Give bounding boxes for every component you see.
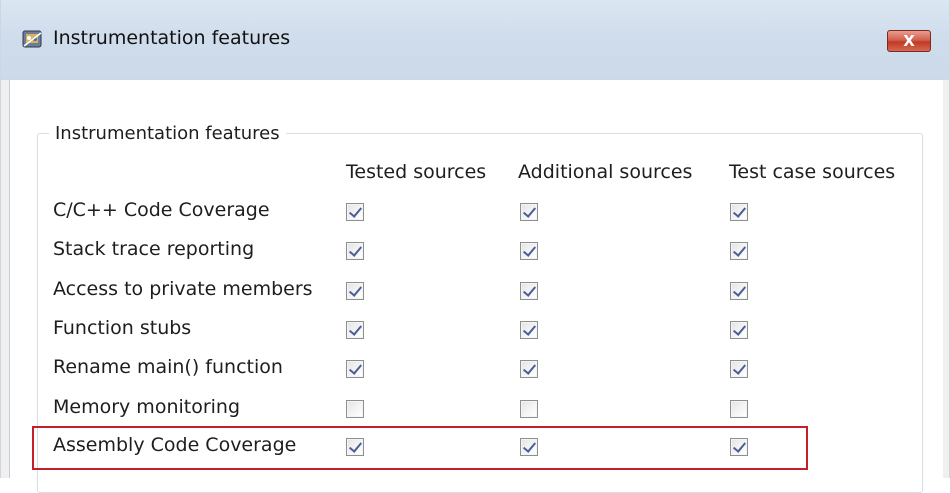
checkbox-function-stubs-tested[interactable]	[346, 321, 364, 339]
checkbox-access-to-private-members-additional[interactable]	[520, 282, 538, 300]
checkbox-rename-main-function-tested[interactable]	[346, 360, 364, 378]
column-header-test-case-sources: Test case sources	[729, 161, 896, 183]
column-header-additional-sources: Additional sources	[518, 161, 693, 183]
checkbox-rename-main-function-additional[interactable]	[520, 360, 538, 378]
dialog-window: Instrumentation features X Instrumentati…	[0, 0, 950, 493]
column-header-tested-sources: Tested sources	[346, 161, 487, 183]
app-icon	[21, 28, 45, 50]
feature-label-stack-trace-reporting: Stack trace reporting	[53, 238, 255, 260]
checkbox-memory-monitoring-tested[interactable]	[346, 400, 364, 418]
close-icon: X	[903, 32, 915, 50]
checkbox-access-to-private-members-tested[interactable]	[346, 282, 364, 300]
checkbox-function-stubs-additional[interactable]	[520, 321, 538, 339]
checkbox-stack-trace-reporting-tested[interactable]	[346, 242, 364, 260]
checkbox-stack-trace-reporting-test-case[interactable]	[730, 242, 748, 260]
checkbox-rename-main-function-test-case[interactable]	[730, 360, 748, 378]
feature-label-c-c-code-coverage: C/C++ Code Coverage	[53, 199, 270, 221]
checkbox-memory-monitoring-test-case[interactable]	[730, 400, 748, 418]
checkbox-stack-trace-reporting-additional[interactable]	[520, 242, 538, 260]
feature-label-rename-main-function: Rename main() function	[53, 356, 283, 378]
close-button[interactable]: X	[887, 30, 931, 52]
groupbox-label: Instrumentation features	[49, 123, 286, 144]
checkbox-memory-monitoring-additional[interactable]	[520, 400, 538, 418]
checkbox-c-c-code-coverage-tested[interactable]	[346, 203, 364, 221]
window-title: Instrumentation features	[53, 27, 291, 49]
highlight-box	[32, 426, 808, 470]
feature-label-memory-monitoring: Memory monitoring	[53, 396, 241, 418]
feature-label-function-stubs: Function stubs	[53, 317, 192, 339]
feature-label-access-to-private-members: Access to private members	[53, 278, 313, 300]
checkbox-access-to-private-members-test-case[interactable]	[730, 282, 748, 300]
checkbox-c-c-code-coverage-test-case[interactable]	[730, 203, 748, 221]
checkbox-c-c-code-coverage-additional[interactable]	[520, 203, 538, 221]
checkbox-function-stubs-test-case[interactable]	[730, 321, 748, 339]
title-bar[interactable]: Instrumentation features X	[1, 0, 949, 80]
